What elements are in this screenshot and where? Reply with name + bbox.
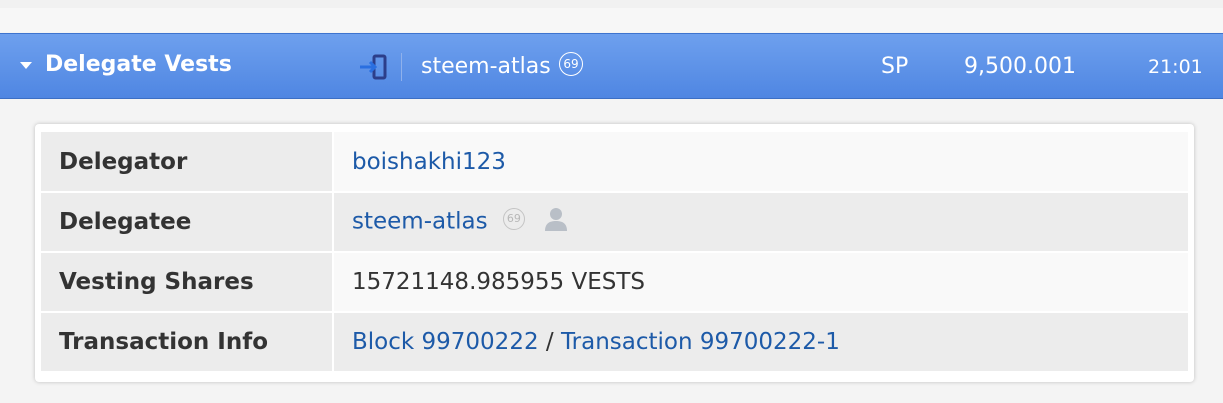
row-label: Delegatee: [41, 192, 334, 252]
caret-down-icon[interactable]: [20, 62, 32, 69]
table-row-transaction-info: Transaction Info Block 99700222 / Transa…: [41, 312, 1188, 372]
table-row-delegator: Delegator boishakhi123: [41, 132, 1188, 192]
row-label: Vesting Shares: [41, 252, 334, 312]
table-row-vesting-shares: Vesting Shares 15721148.985955 VESTS: [41, 252, 1188, 312]
account-link[interactable]: steem-atlas: [421, 54, 551, 79]
operation-type-label: Delegate Vests: [45, 52, 232, 77]
amount-value: 9,500.001: [964, 54, 1076, 79]
transaction-link[interactable]: Transaction 99700222-1: [561, 329, 840, 355]
amount-unit: SP: [881, 54, 909, 79]
row-value: Block 99700222 / Transaction 99700222-1: [333, 312, 1188, 372]
delegator-link[interactable]: boishakhi123: [352, 149, 506, 175]
row-value: steem-atlas 69: [333, 192, 1188, 252]
spacer: [0, 8, 1223, 32]
row-label: Delegator: [41, 132, 334, 192]
reputation-badge: 69: [502, 208, 525, 230]
previous-operation-edge: [0, 0, 1223, 8]
delegatee-link[interactable]: steem-atlas: [352, 209, 488, 235]
header-divider: [401, 53, 402, 81]
operation-details-card: Delegator boishakhi123 Delegatee steem-a…: [35, 124, 1194, 382]
row-label: Transaction Info: [41, 312, 334, 372]
incoming-arrow-icon: [360, 54, 387, 80]
reputation-badge: 69: [559, 52, 583, 76]
operation-time: 21:01: [1148, 56, 1203, 78]
block-link[interactable]: Block 99700222: [352, 329, 539, 355]
person-icon[interactable]: [542, 205, 570, 233]
vesting-shares-value: 15721148.985955 VESTS: [352, 269, 646, 295]
row-value: 15721148.985955 VESTS: [333, 252, 1188, 312]
row-value: boishakhi123: [333, 132, 1188, 192]
link-separator: /: [545, 329, 554, 355]
details-table: Delegator boishakhi123 Delegatee steem-a…: [41, 132, 1188, 373]
operation-header[interactable]: Delegate Vests steem-atlas 69 SP 9,500.0…: [0, 33, 1223, 99]
table-row-delegatee: Delegatee steem-atlas 69: [41, 192, 1188, 252]
